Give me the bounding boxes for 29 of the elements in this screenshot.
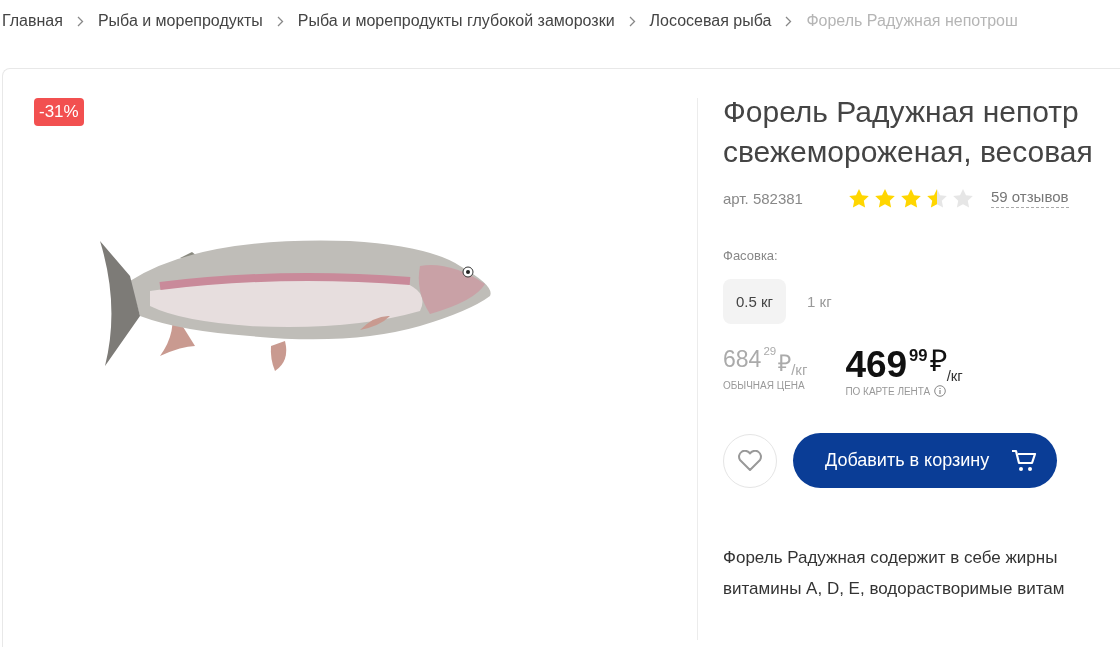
star-icon bbox=[875, 188, 895, 208]
breadcrumb-link[interactable]: Рыба и морепродукты bbox=[97, 12, 263, 30]
breadcrumb-link[interactable]: Рыба и морепродукты глубокой заморозки bbox=[297, 12, 615, 30]
packing-label: Фасовка: bbox=[723, 248, 779, 263]
star-icon bbox=[901, 188, 921, 208]
breadcrumb-link[interactable]: Главная bbox=[2, 12, 63, 30]
heart-icon bbox=[737, 449, 763, 472]
chevron-icon bbox=[785, 15, 793, 27]
info-icon[interactable] bbox=[934, 385, 947, 397]
star-icon bbox=[927, 188, 947, 208]
description-text: Форель Радужная содержит в себе жирны bbox=[723, 547, 1058, 569]
article-number: арт. 582381 bbox=[723, 189, 804, 207]
star-icon bbox=[953, 188, 973, 208]
chevron-icon bbox=[628, 15, 636, 27]
favorite-button[interactable] bbox=[723, 433, 777, 488]
product-title: Форель Радужная непотр bbox=[723, 94, 1079, 130]
breadcrumb-link[interactable]: Лососевая рыба bbox=[649, 12, 772, 30]
description-text: витамины A, D, E, водорастворимые витам bbox=[723, 578, 1065, 600]
packing-option[interactable]: 0.5 кг bbox=[723, 279, 787, 324]
chevron-icon bbox=[276, 15, 284, 27]
product-title: свежемороженая, весовая bbox=[723, 134, 1093, 170]
discount-badge: -31% bbox=[34, 98, 84, 126]
cart-icon bbox=[1011, 448, 1038, 473]
price-caption: ПО КАРТЕ ЛЕНТА bbox=[845, 385, 931, 397]
add-to-cart-button[interactable]: Добавить в корзину bbox=[793, 433, 1058, 488]
chevron-icon bbox=[76, 15, 84, 27]
reviews-link[interactable]: 59 отзывов bbox=[991, 188, 1069, 208]
price-caption: ОБЫЧНАЯ ЦЕНА bbox=[723, 380, 806, 391]
star-icon bbox=[849, 188, 869, 208]
